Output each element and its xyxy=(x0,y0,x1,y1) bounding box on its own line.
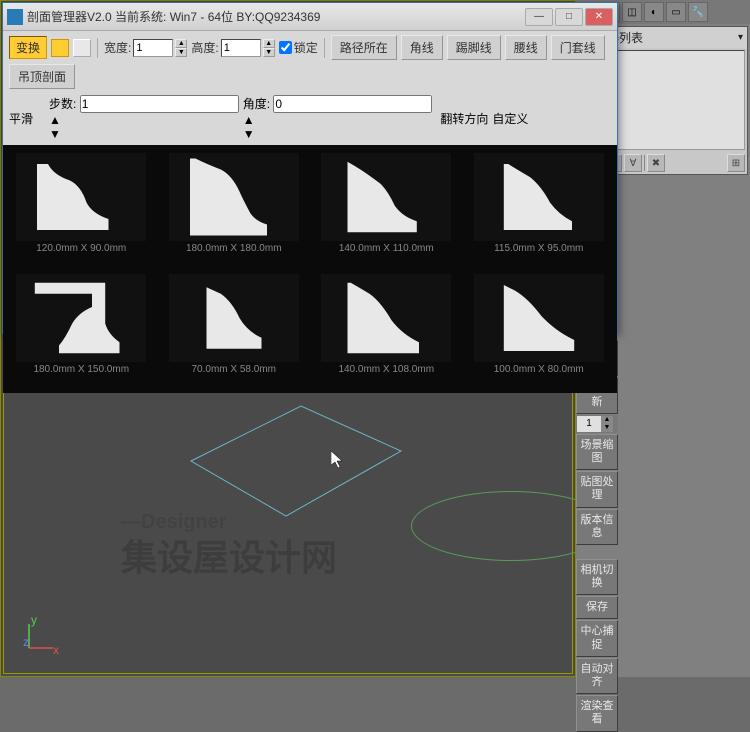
spinner-control[interactable]: 1 ▲ ▼ xyxy=(576,415,618,433)
close-button[interactable]: ✕ xyxy=(585,8,613,26)
transform-button[interactable]: 变换 xyxy=(9,36,47,59)
titlebar[interactable]: 剖面管理器V2.0 当前系统: Win7 - 64位 BY:QQ9234369 … xyxy=(3,3,617,31)
auto-align-button[interactable]: 自动对齐 xyxy=(576,658,618,694)
texture-process-button[interactable]: 贴图处理 xyxy=(576,471,618,507)
display-tab-icon[interactable]: ▭ xyxy=(666,2,686,22)
profile-thumb[interactable]: 180.0mm X 150.0mm xyxy=(11,274,152,385)
profile-caption: 115.0mm X 95.0mm xyxy=(494,243,583,254)
svg-text:y: y xyxy=(31,616,37,627)
save-button[interactable]: 保存 xyxy=(576,596,618,619)
profile-caption: 180.0mm X 150.0mm xyxy=(33,364,129,375)
spinner-value[interactable]: 1 xyxy=(577,416,601,432)
spin-up-icon[interactable]: ▲ xyxy=(175,39,187,48)
utilities-tab-icon[interactable]: 🔧 xyxy=(688,2,708,22)
profile-thumb[interactable]: 140.0mm X 110.0mm xyxy=(316,153,457,264)
svg-text:z: z xyxy=(23,635,29,649)
profile-caption: 120.0mm X 90.0mm xyxy=(36,243,126,254)
side-toolbar: 白模渲染 材质刷新 1 ▲ ▼ 场景缩图 贴图处理 版本信息 相机切换 保存 中… xyxy=(576,340,618,732)
lock-label: 锁定 xyxy=(294,39,318,56)
width-label: 宽度: xyxy=(104,39,131,56)
tab-path[interactable]: 路径所在 xyxy=(331,35,397,60)
profile-thumb[interactable]: 120.0mm X 90.0mm xyxy=(11,153,152,264)
cursor-icon xyxy=(331,451,347,471)
motion-tab-icon[interactable]: ◐ xyxy=(644,2,664,22)
axis-gizmo: y x z xyxy=(21,616,61,656)
render-view-button[interactable]: 渲染查看 xyxy=(576,695,618,731)
profile-thumb[interactable]: 180.0mm X 180.0mm xyxy=(164,153,305,264)
scene-thumb-button[interactable]: 场景缩图 xyxy=(576,434,618,470)
spin-up-icon[interactable]: ▲ xyxy=(243,113,433,127)
profile-thumb[interactable]: 115.0mm X 95.0mm xyxy=(469,153,610,264)
width-input[interactable] xyxy=(133,39,173,57)
tab-baseboard[interactable]: 踢脚线 xyxy=(447,35,501,60)
angle-label: 角度: xyxy=(243,97,270,111)
profile-caption: 100.0mm X 80.0mm xyxy=(494,364,584,375)
profile-caption: 70.0mm X 58.0mm xyxy=(192,364,276,375)
version-info-button[interactable]: 版本信息 xyxy=(576,509,618,545)
tab-corner[interactable]: 角线 xyxy=(401,35,443,60)
divider xyxy=(97,38,98,58)
lock-checkbox[interactable] xyxy=(279,41,292,54)
toolbar-row1: 变换 宽度: ▲▼ 高度: ▲▼ 锁定 路径所在 角线 踢脚线 腰线 门套线 吊… xyxy=(3,31,617,93)
divider xyxy=(644,155,645,171)
profile-caption: 180.0mm X 180.0mm xyxy=(186,243,282,254)
maximize-button[interactable]: □ xyxy=(555,8,583,26)
steps-input[interactable] xyxy=(80,95,239,113)
remove-mod-icon[interactable]: ✖ xyxy=(647,154,665,172)
window-title: 剖面管理器V2.0 当前系统: Win7 - 64位 BY:QQ9234369 xyxy=(27,8,320,25)
steps-label: 步数: xyxy=(49,97,76,111)
divider xyxy=(324,38,325,58)
make-unique-icon[interactable]: ∀ xyxy=(624,154,642,172)
smooth-button[interactable]: 平滑 xyxy=(9,110,33,127)
spin-up-icon[interactable]: ▲ xyxy=(49,113,239,127)
tab-ceiling[interactable]: 吊顶剖面 xyxy=(9,64,75,89)
spin-down-icon[interactable]: ▼ xyxy=(601,424,613,432)
spline-shape[interactable] xyxy=(181,401,411,521)
profile-caption: 140.0mm X 110.0mm xyxy=(339,243,434,254)
toolbar-row2: 平滑 步数: ▲▼ 角度: ▲▼ 翻转方向 自定义 xyxy=(3,93,617,145)
chevron-down-icon: ▾ xyxy=(738,32,743,43)
spin-down-icon[interactable]: ▼ xyxy=(175,48,187,57)
profile-thumb[interactable]: 140.0mm X 108.0mm xyxy=(316,274,457,385)
camera-switch-button[interactable]: 相机切换 xyxy=(576,559,618,595)
profile-manager-dialog: 剖面管理器V2.0 当前系统: Win7 - 64位 BY:QQ9234369 … xyxy=(2,2,618,334)
center-snap-button[interactable]: 中心捕捉 xyxy=(576,620,618,656)
tab-doorframe[interactable]: 门套线 xyxy=(551,35,605,60)
configure-icon[interactable]: ⊞ xyxy=(727,154,745,172)
height-input[interactable] xyxy=(221,39,261,57)
svg-text:x: x xyxy=(53,643,59,656)
profile-caption: 140.0mm X 108.0mm xyxy=(338,364,434,375)
corner-tl-button[interactable] xyxy=(51,39,69,57)
tab-waist[interactable]: 腰线 xyxy=(505,35,547,60)
angle-input[interactable] xyxy=(273,95,432,113)
height-label: 高度: xyxy=(191,39,218,56)
watermark-cn: 集设屋设计网 xyxy=(121,529,337,581)
spin-up-icon[interactable]: ▲ xyxy=(263,39,275,48)
profile-gallery[interactable]: 120.0mm X 90.0mm 180.0mm X 180.0mm 140.0… xyxy=(3,145,617,393)
corner-tr-button[interactable] xyxy=(73,39,91,57)
minimize-button[interactable]: — xyxy=(525,8,553,26)
custom-button[interactable]: 自定义 xyxy=(492,110,528,127)
spin-down-icon[interactable]: ▼ xyxy=(263,48,275,57)
watermark: —Designer 集设屋设计网 xyxy=(121,511,337,581)
profile-thumb[interactable]: 70.0mm X 58.0mm xyxy=(164,274,305,385)
spin-down-icon[interactable]: ▼ xyxy=(49,127,239,141)
spin-down-icon[interactable]: ▼ xyxy=(243,127,433,141)
app-icon xyxy=(7,9,23,25)
spin-up-icon[interactable]: ▲ xyxy=(601,416,613,424)
profile-thumb[interactable]: 100.0mm X 80.0mm xyxy=(469,274,610,385)
hierarchy-tab-icon[interactable]: ◫ xyxy=(622,2,642,22)
flip-button[interactable]: 翻转方向 xyxy=(440,110,488,127)
